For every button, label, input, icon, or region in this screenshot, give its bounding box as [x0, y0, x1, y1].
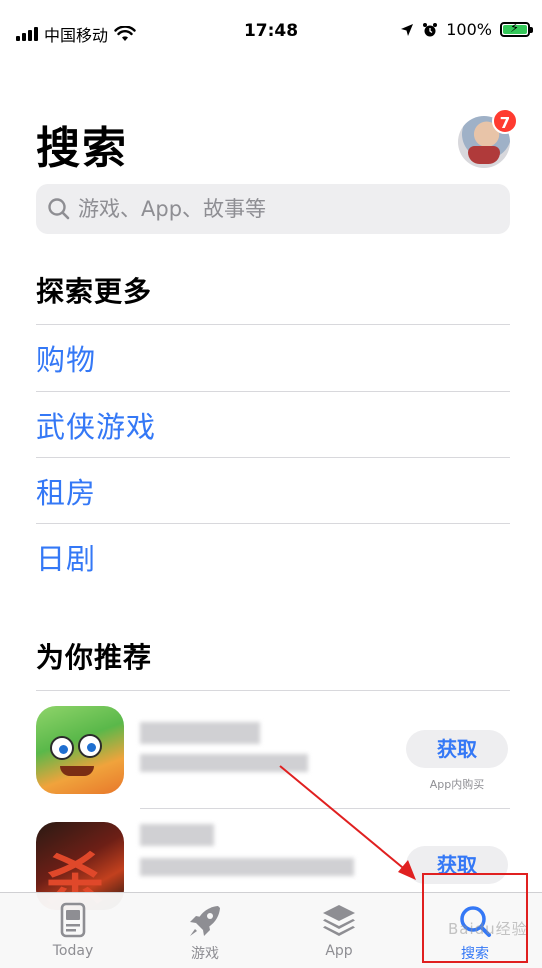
blurred-app-subtitle	[140, 858, 354, 876]
recommended-section-title: 为你推荐	[36, 641, 153, 674]
tab-games[interactable]: 游戏	[140, 893, 270, 968]
blurred-app-subtitle	[140, 754, 308, 772]
search-icon	[48, 198, 70, 220]
status-right: 100% ⚡	[400, 20, 533, 39]
alarm-icon	[423, 22, 438, 36]
explore-item-wuxia-games[interactable]: 武侠游戏	[36, 392, 510, 458]
divider	[36, 690, 510, 691]
blurred-app-name	[140, 824, 214, 846]
status-bar: 中国移动 17:48 100% ⚡	[0, 0, 542, 62]
explore-item-renting[interactable]: 租房	[36, 458, 510, 524]
app-icon-cartoon[interactable]	[36, 706, 124, 794]
battery-icon: ⚡	[500, 21, 533, 37]
tab-today[interactable]: Today	[8, 893, 138, 968]
search-input[interactable]	[78, 197, 478, 221]
blurred-app-name	[140, 722, 260, 744]
tab-label: App	[325, 943, 353, 959]
explore-item-japanese-drama[interactable]: 日剧	[36, 524, 510, 590]
notification-badge: 7	[492, 108, 518, 134]
explore-section-title: 探索更多	[36, 275, 153, 308]
search-field[interactable]	[36, 184, 510, 234]
app-row[interactable]: 获取 App内购买	[36, 692, 510, 808]
layers-icon	[323, 905, 355, 936]
explore-item-shopping[interactable]: 购物	[36, 325, 510, 391]
tab-label: Today	[52, 943, 94, 959]
get-button[interactable]: 获取	[406, 730, 508, 768]
battery-percent: 100%	[446, 20, 492, 39]
rocket-icon	[190, 906, 220, 936]
page-title: 搜索	[36, 123, 128, 174]
tab-label: 游戏	[191, 946, 219, 962]
divider	[140, 808, 510, 809]
tab-apps[interactable]: App	[274, 893, 404, 968]
location-arrow-icon	[401, 23, 414, 36]
in-app-purchase-note: App内购买	[429, 778, 485, 791]
today-icon	[60, 902, 86, 938]
watermark-logo: Baidu经验	[448, 920, 528, 938]
